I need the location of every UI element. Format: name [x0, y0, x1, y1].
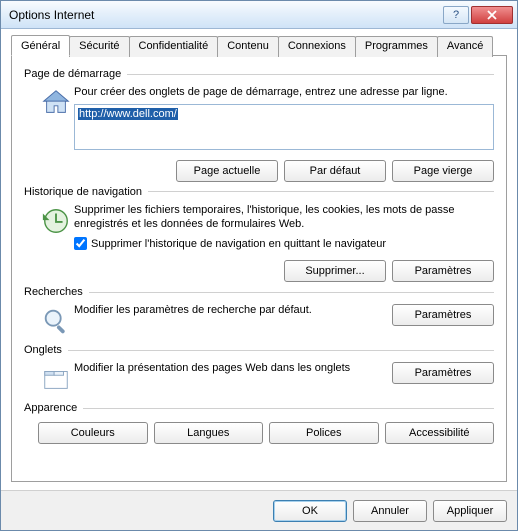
delete-on-exit-label: Supprimer l'historique de navigation en …: [91, 238, 386, 250]
accessibility-button[interactable]: Accessibilité: [385, 422, 495, 444]
group-title-homepage: Page de démarrage: [24, 68, 121, 80]
ok-button[interactable]: OK: [273, 500, 347, 522]
history-icon: [38, 204, 74, 251]
apply-button[interactable]: Appliquer: [433, 500, 507, 522]
divider: [83, 408, 494, 409]
use-current-button[interactable]: Page actuelle: [176, 160, 278, 182]
languages-button[interactable]: Langues: [154, 422, 264, 444]
divider: [89, 292, 494, 293]
search-icon: [38, 304, 74, 336]
homepage-url-input[interactable]: http://www.dell.com/: [74, 104, 494, 150]
search-desc: Modifier les paramètres de recherche par…: [74, 304, 384, 318]
tabs-icon: [38, 362, 74, 394]
titlebar: Options Internet ?: [1, 1, 517, 29]
delete-history-button[interactable]: Supprimer...: [284, 260, 386, 282]
use-blank-button[interactable]: Page vierge: [392, 160, 494, 182]
divider: [148, 191, 494, 192]
dialog-footer: OK Annuler Appliquer: [1, 490, 517, 530]
options-window: Options Internet ? Général Sécurité Conf…: [0, 0, 518, 531]
tabs-desc: Modifier la présentation des pages Web d…: [74, 362, 384, 376]
divider: [68, 350, 494, 351]
homepage-desc: Pour créer des onglets de page de démarr…: [74, 86, 494, 100]
history-desc: Supprimer les fichiers temporaires, l'hi…: [74, 204, 494, 232]
close-icon: [487, 10, 497, 20]
window-title: Options Internet: [9, 8, 441, 22]
client-area: Général Sécurité Confidentialité Contenu…: [1, 29, 517, 490]
group-title-history: Historique de navigation: [24, 186, 142, 198]
tab-security[interactable]: Sécurité: [69, 36, 129, 57]
tab-privacy[interactable]: Confidentialité: [129, 36, 219, 57]
tabs-settings-button[interactable]: Paramètres: [392, 362, 494, 384]
tab-connections[interactable]: Connexions: [278, 36, 356, 57]
search-settings-button[interactable]: Paramètres: [392, 304, 494, 326]
history-settings-button[interactable]: Paramètres: [392, 260, 494, 282]
home-icon: [38, 86, 74, 150]
close-button[interactable]: [471, 6, 513, 24]
group-title-search: Recherches: [24, 286, 83, 298]
colors-button[interactable]: Couleurs: [38, 422, 148, 444]
tab-advanced[interactable]: Avancé: [437, 36, 494, 57]
help-button[interactable]: ?: [443, 6, 469, 24]
tab-panel-general: Page de démarrage Pour créer des onglets…: [11, 55, 507, 482]
tab-programs[interactable]: Programmes: [355, 36, 438, 57]
group-title-tabs: Onglets: [24, 344, 62, 356]
cancel-button[interactable]: Annuler: [353, 500, 427, 522]
tab-content[interactable]: Contenu: [217, 36, 279, 57]
delete-on-exit-checkbox[interactable]: [74, 237, 87, 250]
fonts-button[interactable]: Polices: [269, 422, 379, 444]
tab-strip: Général Sécurité Confidentialité Contenu…: [11, 35, 507, 56]
group-title-appearance: Apparence: [24, 402, 77, 414]
tab-general[interactable]: Général: [11, 35, 70, 56]
use-default-button[interactable]: Par défaut: [284, 160, 386, 182]
divider: [127, 74, 494, 75]
